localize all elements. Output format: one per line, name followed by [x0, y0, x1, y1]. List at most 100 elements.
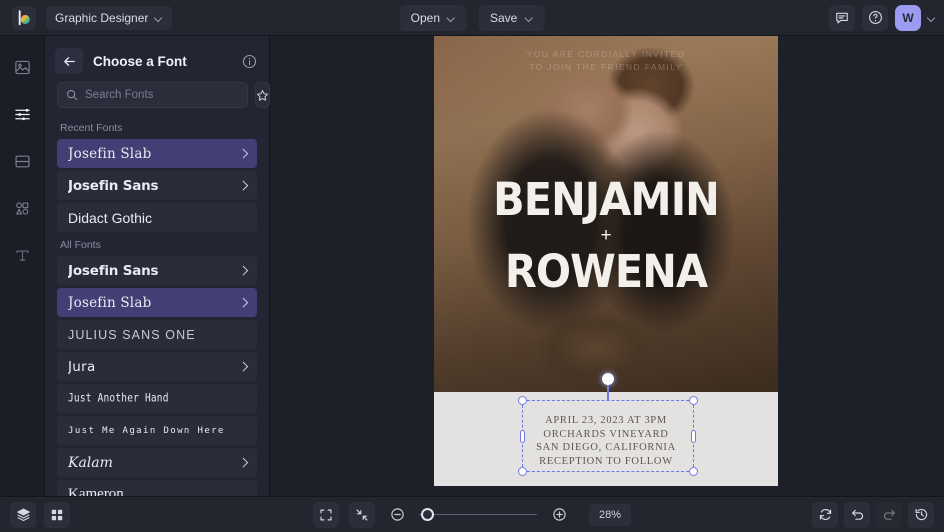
layers-button[interactable]	[10, 502, 36, 528]
font-list-item-label: Josefin Sans	[68, 263, 239, 279]
font-list-item[interactable]: Jura	[57, 352, 257, 381]
chevron-down-icon	[155, 14, 163, 22]
recent-fonts-group: Josefin Slab Josefin Sans Didact Gothic	[57, 139, 257, 232]
fit-to-screen-button[interactable]	[313, 502, 339, 528]
font-list-item-label: Just Another Hand	[68, 392, 248, 406]
sidebar-tool-templates[interactable]	[9, 148, 35, 174]
resize-handle-top-left[interactable]	[518, 396, 527, 405]
comment-icon	[835, 11, 849, 25]
avatar[interactable]: W	[895, 5, 921, 31]
page-title: Choose a Font	[93, 54, 232, 69]
zoom-slider-handle[interactable]	[421, 508, 434, 521]
chevron-right-icon[interactable]	[239, 458, 248, 467]
layout-icon	[14, 153, 31, 170]
chevron-right-icon[interactable]	[239, 181, 248, 190]
open-button[interactable]: Open	[400, 5, 467, 31]
font-list-item-label: Kameron	[68, 486, 248, 496]
resize-handle-top-right[interactable]	[689, 396, 698, 405]
font-list-item-label: Kalam	[68, 455, 239, 471]
search-input[interactable]	[85, 89, 239, 101]
app-root: Graphic Designer Open Save	[0, 0, 944, 532]
chevron-down-icon	[448, 14, 456, 22]
sidebar-tool-images[interactable]	[9, 54, 35, 80]
favorite-fonts-button[interactable]	[255, 82, 270, 108]
top-right-actions: W	[829, 5, 936, 31]
top-center-actions: Open Save	[400, 5, 545, 31]
chevron-right-icon[interactable]	[239, 362, 248, 371]
sidebar-tool-text[interactable]	[9, 242, 35, 268]
chevron-right-icon[interactable]	[239, 298, 248, 307]
resize-handle-bottom-left[interactable]	[518, 467, 527, 476]
grid-icon	[50, 508, 64, 522]
app-body: Choose a Font	[0, 36, 944, 496]
document-name-dropdown[interactable]: Graphic Designer	[46, 6, 172, 30]
font-list-item[interactable]: Just Another Hand	[57, 384, 257, 413]
resize-handle-right[interactable]	[691, 430, 696, 443]
help-circle-icon	[868, 10, 883, 25]
font-list-item-label: Josefin Slab	[68, 146, 239, 162]
chevron-right-icon[interactable]	[239, 266, 248, 275]
zoom-in-button[interactable]	[547, 503, 571, 527]
sidebar-tool-adjust[interactable]	[9, 101, 35, 127]
left-tool-rail	[0, 36, 45, 496]
history-button[interactable]	[908, 502, 934, 528]
font-list-item-label: JULIUS SANS ONE	[68, 328, 248, 342]
canvas-area[interactable]: YOU ARE CORDIALLY INVITED TO JOIN THE FR…	[270, 36, 944, 496]
invite-line-2: TO JOIN THE FRIEND FAMILY	[434, 61, 778, 74]
font-panel-header: Choose a Font	[45, 36, 269, 82]
search-icon	[66, 89, 78, 101]
font-list-item[interactable]: Josefin Slab	[57, 139, 257, 168]
back-button[interactable]	[55, 48, 83, 74]
font-list-item[interactable]: Just Me Again Down Here	[57, 416, 257, 445]
zoom-slider[interactable]	[419, 508, 537, 522]
save-button[interactable]: Save	[479, 5, 544, 31]
help-button[interactable]	[862, 5, 888, 31]
zoom-out-button[interactable]	[385, 503, 409, 527]
refresh-button[interactable]	[812, 502, 838, 528]
fit-to-screen-icon	[319, 508, 333, 522]
sidebar-tool-shapes[interactable]	[9, 195, 35, 221]
refresh-icon	[818, 507, 833, 522]
all-fonts-group: Josefin Sans Josefin Slab JULIUS SANS ONE J…	[57, 256, 257, 496]
zoom-level-value[interactable]: 28%	[589, 504, 631, 526]
font-list-item[interactable]: JULIUS SANS ONE	[57, 320, 257, 349]
collapse-button[interactable]	[349, 502, 375, 528]
zoom-in-icon	[552, 507, 567, 522]
font-list-item-label: Jura	[68, 359, 239, 375]
name-second: ROWENA	[448, 248, 764, 296]
couple-names-text[interactable]: BENJAMIN + ROWENA	[434, 176, 778, 296]
resize-handle-left[interactable]	[520, 430, 525, 443]
font-list-item[interactable]: Kalam	[57, 448, 257, 477]
resize-handle-bottom-right[interactable]	[689, 467, 698, 476]
font-list[interactable]: Recent Fonts Josefin Slab Josefin Sans Did…	[45, 118, 269, 496]
history-icon	[914, 507, 929, 522]
redo-button[interactable]	[876, 502, 902, 528]
font-list-item[interactable]: Didact Gothic	[57, 203, 257, 232]
shapes-icon	[14, 200, 31, 217]
font-list-item[interactable]: Josefin Slab	[57, 288, 257, 317]
avatar-chevron-down-icon[interactable]	[928, 14, 936, 22]
bottom-left-actions	[10, 502, 70, 528]
comment-button[interactable]	[829, 5, 855, 31]
rotate-handle[interactable]	[602, 373, 614, 385]
save-button-label: Save	[490, 11, 517, 25]
arrow-left-icon	[62, 54, 77, 69]
selection-box[interactable]	[522, 400, 694, 472]
invite-header-text[interactable]: YOU ARE CORDIALLY INVITED TO JOIN THE FR…	[434, 48, 778, 74]
invite-line-1: YOU ARE CORDIALLY INVITED	[434, 48, 778, 61]
chevron-right-icon[interactable]	[239, 149, 248, 158]
font-list-item[interactable]: Josefin Sans	[57, 256, 257, 285]
undo-button[interactable]	[844, 502, 870, 528]
name-first: BENJAMIN	[448, 176, 764, 224]
recent-fonts-label: Recent Fonts	[57, 118, 257, 139]
font-list-item-label: Josefin Sans	[68, 178, 239, 194]
app-logo-icon[interactable]	[12, 6, 36, 30]
font-list-item[interactable]: Josefin Sans	[57, 171, 257, 200]
info-button[interactable]	[242, 54, 257, 69]
grid-button[interactable]	[44, 502, 70, 528]
bottom-bar: 28%	[0, 496, 944, 532]
bottom-right-actions	[812, 502, 934, 528]
font-list-item[interactable]: Kameron	[57, 480, 257, 496]
search-input-wrapper[interactable]	[57, 82, 248, 108]
font-list-item-label: Didact Gothic	[68, 210, 248, 226]
